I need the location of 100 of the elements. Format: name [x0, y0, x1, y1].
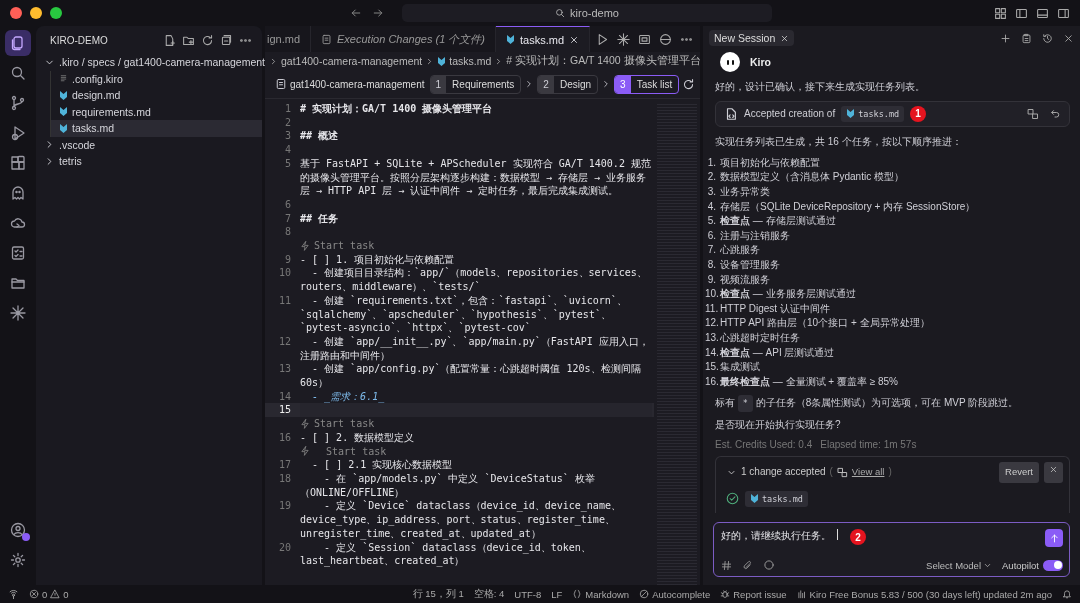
line-number: 11: [277, 293, 292, 308]
problems-indicator[interactable]: 0 0: [29, 588, 69, 600]
line-ending[interactable]: LF: [551, 588, 563, 600]
file-lines-icon: [59, 74, 68, 84]
view-all-link[interactable]: View all: [851, 465, 885, 480]
undo-icon[interactable]: [1049, 107, 1061, 120]
lightning-icon: [300, 446, 310, 457]
markdown-file-icon: [59, 89, 68, 101]
close-window-button[interactable]: [10, 7, 22, 19]
bell-icon[interactable]: [1062, 589, 1072, 599]
new-file-icon[interactable]: [163, 33, 176, 47]
activity-bar-item[interactable]: [5, 30, 31, 56]
command-search-field[interactable]: kiro-demo: [402, 4, 772, 22]
line-number: 19: [277, 499, 292, 514]
start-task-link[interactable]: Start task: [300, 417, 654, 431]
close-tab-icon[interactable]: [569, 34, 579, 45]
split-editor-icon[interactable]: [659, 32, 672, 46]
bug-icon: [720, 589, 731, 599]
spec-step-tab[interactable]: 3 Task list: [614, 74, 680, 94]
list-item-text: 心跳超时定时任务: [720, 330, 800, 345]
sidebar-right-icon[interactable]: [1057, 6, 1070, 20]
tree-item[interactable]: design.md: [50, 87, 262, 104]
send-button[interactable]: [1045, 529, 1063, 547]
dismiss-button[interactable]: [1044, 462, 1063, 483]
remote-icon[interactable]: [8, 588, 19, 600]
close-icon[interactable]: [1049, 465, 1058, 475]
file-chip[interactable]: tasks.md: [745, 490, 808, 508]
line-number: 12: [277, 334, 292, 349]
compare-icon[interactable]: [1027, 107, 1039, 120]
list-item-text: 存储层（SQLite DeviceRepository + 内存 SessionStore）: [720, 199, 976, 214]
list-number: 8.: [706, 257, 717, 272]
editor-tab[interactable]: ign.md: [265, 26, 312, 52]
model-selector[interactable]: Select Model: [926, 559, 992, 571]
circle-icon[interactable]: [763, 559, 775, 571]
close-tab-icon[interactable]: [780, 33, 790, 43]
breadcrumb-item[interactable]: # 实现计划：GA/T 1400 摄像头管理平台: [506, 54, 700, 68]
paperclip-icon[interactable]: [742, 559, 753, 571]
autocomplete-status[interactable]: Autocomplete: [639, 588, 711, 600]
editor-tab[interactable]: Execution Changes (1 个文件): [311, 26, 496, 52]
close-icon[interactable]: [1063, 32, 1074, 44]
maximize-window-button[interactable]: [50, 7, 62, 19]
tree-item[interactable]: tetris: [36, 153, 262, 170]
list-number: 7.: [706, 243, 717, 258]
markdown-file-icon: [437, 55, 447, 67]
clipboard-icon[interactable]: [1021, 32, 1032, 44]
refresh-icon[interactable]: [682, 77, 696, 91]
hash-icon[interactable]: [721, 559, 732, 571]
message-text: 标有 * 的子任务（8条属性测试）为可选项，可在 MVP 阶段跳过。: [715, 395, 1070, 412]
code-line: - 定义 `Device` dataclass（device_id、device_name、device_type、ip_address、port、status、register_time、unregister_time、created_at、updated_at）: [300, 499, 622, 541]
chat-input-field[interactable]: 好的，请继续执行任务。 2 Select Model Autopilot: [713, 522, 1070, 577]
revert-button[interactable]: Revert: [999, 462, 1039, 483]
autopilot-toggle[interactable]: [1043, 559, 1063, 571]
editor-tab[interactable]: tasks.md: [496, 26, 590, 52]
list-number: 16.: [705, 374, 717, 389]
plus-icon[interactable]: [1000, 32, 1011, 44]
spec-step-tab[interactable]: 2 Design: [537, 74, 599, 94]
panel-bottom-icon[interactable]: [1036, 6, 1049, 20]
minimize-window-button[interactable]: [30, 7, 42, 19]
files-icon: [10, 35, 26, 51]
list-number: 11.: [705, 301, 717, 316]
tree-item[interactable]: tasks.md: [50, 120, 262, 137]
language-mode[interactable]: Markdown: [572, 588, 630, 600]
back-arrow-icon[interactable]: [350, 7, 362, 19]
session-tab[interactable]: New Session: [709, 30, 795, 46]
annotation-badge: 1: [910, 105, 927, 122]
sidebar-left-icon[interactable]: [1015, 6, 1028, 20]
run-icon[interactable]: [596, 32, 609, 46]
usage-status[interactable]: Kiro Free Bonus 5.83 / 500 (30 days left) updated 2m ago: [796, 588, 1052, 600]
forward-arrow-icon[interactable]: [372, 7, 384, 19]
extensions-icon: [10, 155, 26, 171]
list-item-text: 视频流服务: [720, 272, 770, 287]
code-line: # 实现计划：GA/T 1400 摄像头管理平台: [300, 102, 494, 116]
search-icon: [555, 8, 566, 18]
bar-chart-icon: [796, 589, 807, 599]
sparkle-icon[interactable]: [617, 32, 630, 46]
start-task-link[interactable]: Start task: [300, 239, 654, 253]
code-line: - 创建 `requirements.txt`，包含：`fastapi`、`uvicorn`、`sqlalchemy`、`apscheduler`、`hypothesis`、`pytest`、`pytest-asyncio`、`httpx`、`pytest-cov`: [300, 293, 628, 335]
cloud-icon: [10, 215, 26, 231]
file-chip[interactable]: tasks.md: [841, 105, 905, 123]
tree-item[interactable]: .config.kiro: [50, 70, 262, 87]
indentation[interactable]: 空格: 4: [473, 587, 505, 601]
breadcrumb-item[interactable]: tasks.md: [449, 55, 492, 67]
start-task-link[interactable]: Start task: [300, 444, 654, 459]
collapse-icon[interactable]: [220, 33, 233, 47]
list-item-text: 数据模型定义（含消息体 Pydantic 模型）: [720, 170, 904, 185]
markdown-file-icon: [59, 122, 68, 134]
history-icon[interactable]: [1042, 32, 1053, 44]
layout-icon[interactable]: [994, 6, 1007, 20]
list-item-text: 检查点 — 存储层测试通过: [720, 214, 836, 229]
tree-item[interactable]: .vscode: [36, 136, 262, 153]
preview-icon[interactable]: [638, 32, 651, 46]
refresh-icon[interactable]: [201, 33, 214, 47]
warning-icon: [50, 589, 61, 599]
spec-step-tab[interactable]: 1 Requirements: [429, 74, 522, 94]
encoding[interactable]: UTF-8: [514, 588, 542, 600]
report-issue-link[interactable]: Report issue: [720, 588, 787, 600]
cursor-position[interactable]: 行 15，列 1: [412, 587, 464, 601]
diff-file-icon: [321, 33, 333, 45]
line-number: 1: [283, 102, 292, 116]
breadcrumb-item[interactable]: gat1400-camera-management: [281, 55, 423, 67]
